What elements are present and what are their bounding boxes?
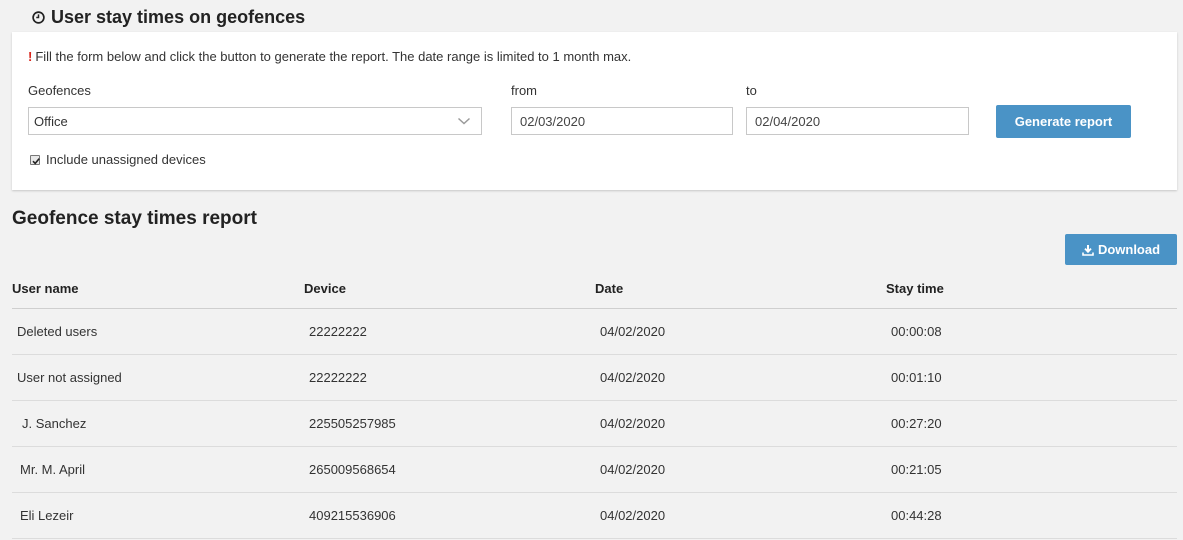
cell-user-name: J. Sanchez: [12, 400, 304, 447]
cell-device: 265009568654: [304, 446, 595, 493]
column-header-user[interactable]: User name: [12, 268, 304, 309]
table-row: Mr. M. April 265009568654 04/02/2020 00:…: [12, 446, 1177, 493]
cell-date: 04/02/2020: [595, 308, 886, 355]
cell-stay-time: 00:44:28: [886, 492, 1177, 539]
cell-stay-time: 00:27:20: [886, 400, 1177, 447]
exclamation-icon: !: [28, 49, 33, 64]
from-date-input[interactable]: [511, 107, 733, 135]
geofences-label: Geofences: [28, 83, 91, 98]
cell-user-name: User not assigned: [12, 354, 304, 401]
stay-times-table: User name Device Date Stay time Deleted …: [12, 268, 1177, 539]
from-label: from: [511, 83, 537, 98]
to-label: to: [746, 83, 757, 98]
geofences-select[interactable]: Office: [28, 107, 482, 135]
cell-date: 04/02/2020: [595, 354, 886, 401]
cell-stay-time: 00:00:08: [886, 308, 1177, 355]
download-label: Download: [1097, 242, 1161, 257]
table-row: J. Sanchez 225505257985 04/02/2020 00:27…: [12, 400, 1177, 447]
cell-date: 04/02/2020: [595, 446, 886, 493]
page-header: User stay times on geofences: [32, 6, 305, 28]
cell-stay-time: 00:01:10: [886, 354, 1177, 401]
cell-date: 04/02/2020: [595, 400, 886, 447]
form-notice: ! Fill the form below and click the butto…: [28, 49, 631, 64]
table-row: Eli Lezeir 409215536906 04/02/2020 00:44…: [12, 492, 1177, 539]
page-title: User stay times on geofences: [51, 6, 306, 27]
include-unassigned-label: Include unassigned devices: [46, 152, 206, 167]
download-icon: [1082, 244, 1094, 256]
clock-icon: [32, 10, 45, 24]
chevron-down-icon: [457, 117, 471, 125]
form-notice-text: Fill the form below and click the button…: [35, 49, 632, 64]
cell-user-name: Deleted users: [12, 308, 304, 355]
column-header-device[interactable]: Device: [304, 268, 595, 309]
download-button[interactable]: Download: [1065, 234, 1177, 265]
cell-device: 22222222: [304, 354, 595, 401]
table-row: User not assigned 22222222 04/02/2020 00…: [12, 354, 1177, 401]
checkmark-icon: [32, 157, 40, 165]
table-row: Deleted users 22222222 04/02/2020 00:00:…: [12, 308, 1177, 355]
include-unassigned-checkbox[interactable]: [30, 154, 40, 165]
include-unassigned-option[interactable]: Include unassigned devices: [30, 152, 206, 167]
cell-user-name: Mr. M. April: [12, 446, 304, 493]
cell-device: 22222222: [304, 308, 595, 355]
cell-device: 225505257985: [304, 400, 595, 447]
cell-date: 04/02/2020: [595, 492, 886, 539]
report-title: Geofence stay times report: [12, 208, 257, 229]
cell-device: 409215536906: [304, 492, 595, 539]
cell-stay-time: 00:21:05: [886, 446, 1177, 493]
column-header-stay-time[interactable]: Stay time: [886, 268, 1177, 309]
column-header-date[interactable]: Date: [595, 268, 886, 309]
cell-user-name: Eli Lezeir: [12, 492, 304, 539]
geofences-selected-value: Office: [34, 113, 68, 129]
generate-report-button[interactable]: Generate report: [996, 105, 1131, 138]
table-header-row: User name Device Date Stay time: [12, 268, 1177, 309]
to-date-input[interactable]: [746, 107, 969, 135]
report-form-panel: ! Fill the form below and click the butto…: [12, 32, 1177, 190]
